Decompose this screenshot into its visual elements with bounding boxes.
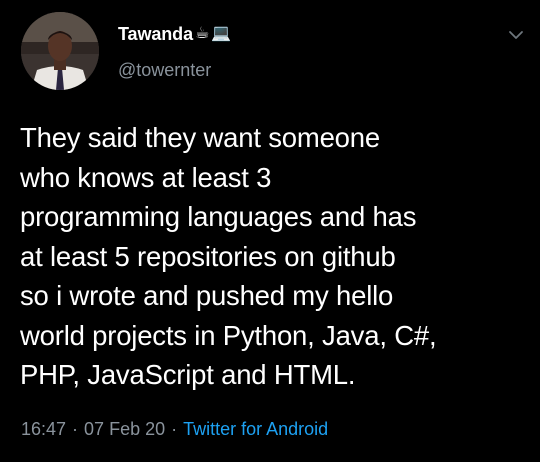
- display-name[interactable]: Tawanda: [118, 24, 193, 45]
- laptop-icon: 💻: [211, 25, 232, 42]
- user-handle[interactable]: @towernter: [118, 60, 211, 81]
- tweet-source-link[interactable]: Twitter for Android: [183, 419, 328, 440]
- meta-separator: ·: [72, 419, 79, 439]
- chevron-down-icon[interactable]: [508, 28, 524, 40]
- avatar[interactable]: [21, 12, 99, 90]
- tweet-text: They said they want someone who knows at…: [20, 122, 437, 390]
- tweet-card: Tawanda ☕ 💻 @towernter They said they wa…: [0, 0, 540, 462]
- tweet-time[interactable]: 16:47: [21, 419, 66, 440]
- name-row[interactable]: Tawanda ☕ 💻: [118, 22, 231, 46]
- tweet-date[interactable]: 07 Feb 20: [84, 419, 165, 440]
- tweet-meta: 16:47 · 07 Feb 20 · Twitter for Android: [21, 419, 328, 440]
- meta-separator: ·: [171, 419, 178, 439]
- avatar-image: [21, 12, 99, 90]
- coffee-icon: ☕: [194, 25, 210, 42]
